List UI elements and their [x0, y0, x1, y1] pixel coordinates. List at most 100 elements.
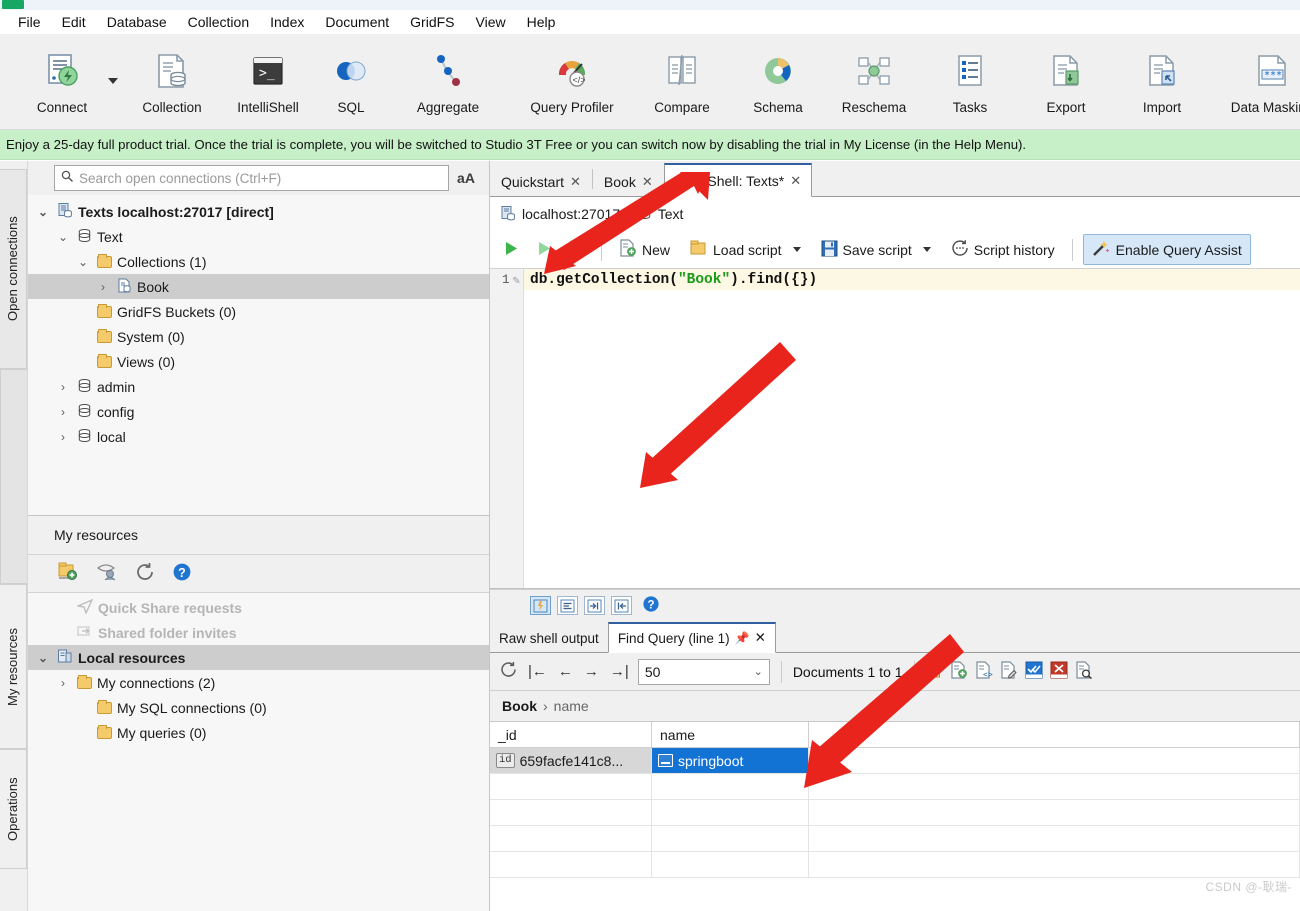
ribbon-compare[interactable]: Compare	[634, 40, 730, 128]
tree-item-my-connections[interactable]: › My connections (2)	[28, 670, 489, 695]
menu-edit[interactable]: Edit	[52, 12, 96, 32]
grid-cell-empty[interactable]	[652, 852, 809, 878]
tree-item-book-collection[interactable]: › Book	[28, 274, 489, 299]
ribbon-tasks[interactable]: Tasks	[922, 40, 1018, 128]
cancel-icon[interactable]	[1050, 661, 1068, 682]
tree-item-my-sql-connections[interactable]: My SQL connections (0)	[28, 695, 489, 720]
editor-blank[interactable]	[524, 290, 1300, 588]
tree-item-config[interactable]: › config	[28, 399, 489, 424]
chevron-down-icon[interactable]: ⌄	[34, 651, 52, 665]
menu-document[interactable]: Document	[315, 12, 399, 32]
ribbon-export[interactable]: Export	[1018, 40, 1114, 128]
menu-file[interactable]: File	[8, 12, 51, 32]
indent-left-icon[interactable]	[611, 596, 632, 615]
tab-book[interactable]: Book ✕	[593, 166, 664, 196]
vtab-my-resources[interactable]: My resources	[0, 584, 27, 749]
last-page-icon[interactable]: →|	[608, 663, 631, 680]
grid-cell-id[interactable]: id 659facfe141c8...	[490, 748, 652, 774]
add-document-icon[interactable]	[950, 661, 968, 682]
grid-cell-empty[interactable]	[652, 800, 809, 826]
indent-right-icon[interactable]	[584, 596, 605, 615]
enable-query-assist-button[interactable]: Enable Query Assist	[1082, 234, 1251, 265]
table-row[interactable]: id 659facfe141c8... springboot	[490, 748, 1300, 774]
grid-cell-name[interactable]: springboot	[652, 748, 809, 774]
table-row[interactable]	[490, 800, 1300, 826]
grid-cell-empty[interactable]	[490, 852, 652, 878]
ribbon-schema[interactable]: Schema	[730, 40, 826, 128]
help-icon[interactable]: ?	[642, 595, 660, 616]
ribbon-collection[interactable]: Collection	[124, 40, 220, 128]
tree-item-local[interactable]: › local	[28, 424, 489, 449]
script-history-button[interactable]: Script history	[944, 235, 1062, 264]
chevron-right-icon[interactable]: ›	[54, 405, 72, 419]
chevron-right-icon[interactable]: ›	[54, 430, 72, 444]
editor-code-line[interactable]: db.getCollection("Book").find({})	[524, 272, 817, 288]
share-folder-icon[interactable]	[96, 562, 118, 585]
prev-page-icon[interactable]: ←	[556, 663, 575, 680]
page-size-select[interactable]: 50 ⌄	[637, 658, 770, 685]
table-row[interactable]	[490, 852, 1300, 878]
chevron-down-icon[interactable]: ⌄	[754, 665, 763, 678]
tab-raw-shell-output[interactable]: Raw shell output	[490, 624, 608, 652]
new-script-button[interactable]: New	[612, 235, 677, 264]
breadcrumb-host[interactable]: localhost:27017	[522, 206, 620, 222]
tree-item-views[interactable]: Views (0)	[28, 349, 489, 374]
menu-index[interactable]: Index	[260, 12, 314, 32]
tab-intellishell-texts[interactable]: IntelliShell: Texts* ✕	[663, 163, 813, 197]
close-icon[interactable]: ✕	[570, 174, 581, 190]
table-row[interactable]	[490, 774, 1300, 800]
chevron-down-icon[interactable]	[922, 247, 931, 252]
tree-item-system[interactable]: System (0)	[28, 324, 489, 349]
grid-cell-empty[interactable]	[490, 826, 652, 852]
tree-item-my-queries[interactable]: My queries (0)	[28, 720, 489, 745]
grid-column-header-id[interactable]: _id	[490, 722, 652, 748]
tree-item-connection[interactable]: ⌄ Texts localhost:27017 [direct]	[28, 199, 489, 224]
tab-quickstart[interactable]: Quickstart ✕	[490, 166, 592, 196]
ribbon-reschema[interactable]: Reschema	[826, 40, 922, 128]
grid-breadcrumb-field[interactable]: name	[554, 698, 589, 714]
chevron-down-icon[interactable]	[108, 78, 118, 84]
load-script-button[interactable]: Load script	[683, 236, 807, 263]
run-play-icon[interactable]	[498, 239, 525, 261]
tree-item-gridfs-buckets[interactable]: GridFS Buckets (0)	[28, 299, 489, 324]
table-row[interactable]	[490, 826, 1300, 852]
close-icon[interactable]: ✕	[755, 630, 766, 646]
ribbon-sql[interactable]: SQL	[316, 40, 386, 128]
editor-empty-area[interactable]	[490, 290, 1300, 588]
run-selection-icon[interactable]	[531, 239, 558, 261]
pin-icon[interactable]: 📌	[735, 631, 750, 645]
chevron-right-icon[interactable]: ›	[94, 280, 112, 294]
help-icon[interactable]: ?	[172, 562, 192, 585]
chevron-down-icon[interactable]: ⌄	[74, 255, 92, 269]
chevron-right-icon[interactable]: ›	[54, 380, 72, 394]
refresh-icon[interactable]	[498, 661, 519, 682]
lock-icon[interactable]	[926, 661, 943, 682]
menu-database[interactable]: Database	[97, 12, 177, 32]
tree-item-local-resources[interactable]: ⌄ Local resources	[28, 645, 489, 670]
refresh-icon[interactable]	[134, 562, 156, 585]
ribbon-query-profiler[interactable]: </> Query Profiler	[510, 40, 634, 128]
font-size-button[interactable]: aA	[449, 170, 483, 186]
search-input[interactable]: Search open connections (Ctrl+F)	[54, 165, 449, 191]
grid-cell-empty[interactable]	[652, 826, 809, 852]
tab-find-query[interactable]: Find Query (line 1) 📌 ✕	[607, 622, 776, 653]
grid-breadcrumb-collection[interactable]: Book	[502, 698, 537, 714]
grid-cell-empty[interactable]	[490, 800, 652, 826]
close-icon[interactable]: ✕	[790, 173, 801, 189]
vtab-operations[interactable]: Operations	[0, 749, 27, 869]
ribbon-import[interactable]: Import	[1114, 40, 1210, 128]
grid-cell-empty[interactable]	[652, 774, 809, 800]
breadcrumb-database[interactable]: Text	[658, 206, 684, 222]
editor-current-line[interactable]: 1 ✎ db.getCollection("Book").find({})	[490, 269, 1300, 290]
chevron-right-icon[interactable]: ›	[54, 676, 72, 690]
ribbon-intellishell[interactable]: >_ IntelliShell	[220, 40, 316, 128]
tree-item-collections-folder[interactable]: ⌄ Collections (1)	[28, 249, 489, 274]
align-lines-icon[interactable]	[557, 596, 578, 615]
vtab-open-connections[interactable]: Open connections	[0, 169, 27, 369]
view-document-icon[interactable]	[1075, 661, 1093, 682]
format-code-icon[interactable]	[530, 596, 551, 615]
close-icon[interactable]: ✕	[642, 174, 653, 190]
new-folder-icon[interactable]	[58, 562, 80, 585]
save-script-button[interactable]: Save script	[814, 236, 938, 264]
menu-gridfs[interactable]: GridFS	[400, 12, 464, 32]
